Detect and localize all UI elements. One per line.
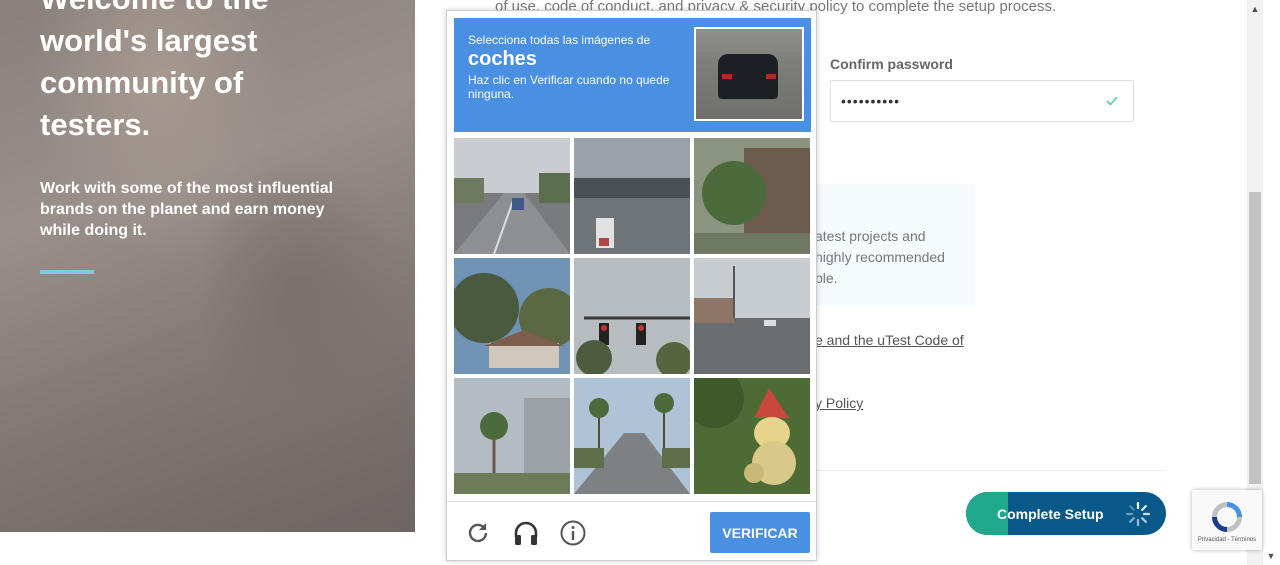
captcha-tile-palm-street[interactable] xyxy=(574,378,690,494)
spinner-icon xyxy=(1125,501,1151,527)
scroll-down-icon[interactable]: ▼ xyxy=(1263,549,1279,563)
hero-title-line: community of xyxy=(40,65,244,100)
highway-image xyxy=(454,138,570,254)
hero-title-line: testers. xyxy=(40,107,151,142)
captcha-tile-palm-building[interactable] xyxy=(454,378,570,494)
tree-building-image xyxy=(694,138,810,254)
hero-panel: Welcome to the world's largest community… xyxy=(0,0,415,532)
info-text: atest projects and highly recommended bl… xyxy=(815,228,945,286)
captcha-select-text: Selecciona todas las imágenes de xyxy=(468,33,651,47)
car-taillight xyxy=(722,74,732,79)
traffic-lights-image xyxy=(574,258,690,374)
headphones-icon[interactable] xyxy=(512,519,540,547)
confirm-password-value: •••••••••• xyxy=(841,93,901,109)
captcha-sample-image xyxy=(694,27,804,121)
scrollbar-thumb[interactable] xyxy=(1249,192,1261,484)
complete-setup-label: Complete Setup xyxy=(997,506,1104,522)
palm-building-image xyxy=(454,378,570,494)
verify-button[interactable]: VERIFICAR xyxy=(710,512,810,553)
confirm-password-field[interactable]: •••••••••• xyxy=(830,80,1134,122)
form-divider xyxy=(815,470,1165,471)
captcha-target-word: coches xyxy=(468,48,537,70)
captcha-instruction: Haz clic en Verificar cuando no quede ni… xyxy=(468,73,670,101)
recaptcha-terms-text[interactable]: Privacidad - Términos xyxy=(1192,537,1262,543)
hero-accent-bar xyxy=(40,270,94,274)
palm-street-image xyxy=(574,378,690,494)
recaptcha-badge[interactable]: Privacidad - Términos xyxy=(1192,490,1262,550)
check-icon xyxy=(1106,96,1118,106)
car-taillight xyxy=(766,74,776,79)
code-of-conduct-link[interactable]: uTest Code of xyxy=(877,332,963,348)
hero-title: Welcome to the world's largest community… xyxy=(40,0,340,146)
garden-gnome-image xyxy=(694,378,810,494)
reload-icon[interactable] xyxy=(464,519,492,547)
agreement-text: e and the uTest Code of xyxy=(815,330,985,351)
hero-subtitle: Work with some of the most influential b… xyxy=(40,180,334,239)
captcha-tile-trees-house[interactable] xyxy=(454,258,570,374)
agreement-prefix[interactable]: e and the xyxy=(815,332,877,348)
trees-house-image xyxy=(454,258,570,374)
captcha-tile-tree-building[interactable] xyxy=(694,138,810,254)
complete-setup-button[interactable]: Complete Setup xyxy=(966,492,1166,535)
scroll-up-icon[interactable]: ▲ xyxy=(1247,2,1263,16)
recaptcha-logo-icon xyxy=(1212,502,1242,532)
captcha-footer-divider xyxy=(447,501,816,502)
overpass-image xyxy=(574,138,690,254)
intersection-image xyxy=(694,258,810,374)
captcha-dialog: Selecciona todas las imágenes de coches … xyxy=(446,10,817,561)
captcha-tile-garden-gnome[interactable] xyxy=(694,378,810,494)
confirm-password-label: Confirm password xyxy=(830,56,953,72)
privacy-policy-link[interactable]: y Policy xyxy=(815,395,863,411)
hero-title-line: Welcome to the xyxy=(40,0,340,20)
captcha-header: Selecciona todas las imágenes de coches … xyxy=(454,18,811,132)
info-icon[interactable] xyxy=(559,519,587,547)
hero-title-line: world's largest xyxy=(40,23,258,58)
captcha-tile-highway[interactable] xyxy=(454,138,570,254)
captcha-tile-overpass[interactable] xyxy=(574,138,690,254)
captcha-tile-intersection[interactable] xyxy=(694,258,810,374)
captcha-tile-traffic-lights[interactable] xyxy=(574,258,690,374)
